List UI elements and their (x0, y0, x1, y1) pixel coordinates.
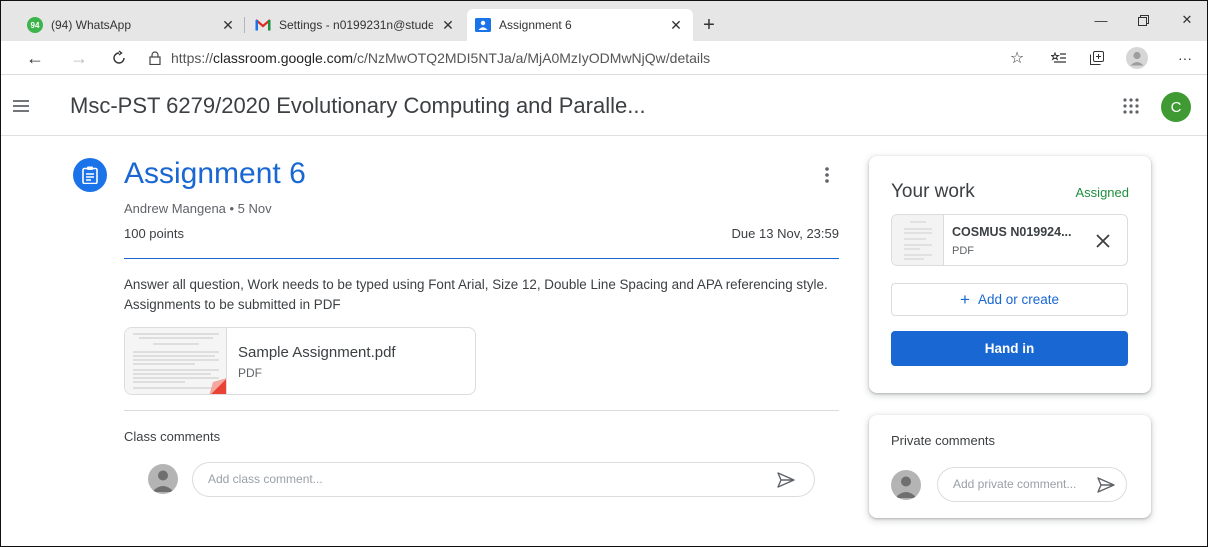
send-icon[interactable] (776, 471, 796, 489)
restore-button[interactable] (1123, 9, 1163, 31)
assignment-meta: Andrew Mangena • 5 Nov (124, 201, 272, 216)
attachment-name: Sample Assignment.pdf (238, 344, 396, 361)
classroom-icon (475, 17, 491, 33)
plus-icon: + (960, 289, 970, 309)
add-or-create-label: Add or create (977, 292, 1059, 307)
more-icon[interactable]: ··· (1173, 46, 1197, 70)
url-path: /c/NzMwOTQ2MDI5NTJa/a/MjA0MzIyODMwNjQw/d… (353, 50, 711, 66)
user-avatar (148, 464, 178, 494)
your-work-card: Your work Assigned COSMUS N019924... PDF… (869, 156, 1151, 393)
forward-button[interactable]: → (67, 46, 91, 70)
tab-whatsapp[interactable]: 94 (94) WhatsApp ✕ (19, 9, 245, 41)
url-host: classroom.google.com (213, 50, 354, 66)
browser-window: 94 (94) WhatsApp ✕ Settings - n0199231n@… (0, 0, 1208, 547)
favorite-star-icon[interactable]: ☆ (1005, 46, 1029, 70)
tab-assignment[interactable]: Assignment 6 ✕ (467, 9, 693, 41)
close-tab-icon[interactable]: ✕ (439, 17, 457, 34)
user-avatar (891, 470, 921, 500)
submitted-file[interactable]: COSMUS N019924... PDF (891, 214, 1128, 266)
file-type: PDF (952, 245, 974, 257)
refresh-button[interactable] (107, 46, 131, 70)
close-window-button[interactable]: ✕ (1167, 9, 1207, 31)
profile-icon[interactable] (1125, 46, 1149, 70)
tab-title: Settings - n0199231n@students (279, 18, 433, 32)
close-tab-icon[interactable]: ✕ (667, 17, 685, 34)
refresh-icon (113, 50, 125, 64)
file-thumbnail (892, 215, 944, 265)
status-badge: Assigned (1075, 185, 1129, 200)
file-name: COSMUS N019924... (952, 225, 1072, 239)
attachment-card[interactable]: Sample Assignment.pdf PDF (124, 327, 476, 395)
whatsapp-icon: 94 (27, 17, 43, 33)
class-comment-input[interactable] (208, 472, 748, 486)
assignment-title: Assignment 6 (124, 157, 306, 190)
remove-file-icon[interactable] (1093, 231, 1113, 251)
assignment-description: Answer all question, Work needs to be ty… (124, 277, 828, 312)
new-tab-button[interactable]: + (695, 9, 723, 41)
more-options-icon[interactable] (817, 163, 837, 187)
add-or-create-button[interactable]: + Add or create (891, 283, 1128, 316)
class-comment-field[interactable] (192, 462, 815, 497)
collections-icon[interactable] (1085, 46, 1109, 70)
classroom-header: Msc-PST 6279/2020 Evolutionary Computing… (1, 76, 1207, 136)
assignment-due: Due 13 Nov, 23:59 (731, 226, 839, 241)
private-comment-input[interactable] (953, 477, 1083, 491)
private-comments-card: Private comments (869, 415, 1151, 518)
attachment-thumbnail (125, 328, 227, 394)
tab-title: (94) WhatsApp (51, 18, 132, 32)
close-tab-icon[interactable]: ✕ (219, 17, 237, 34)
url-field[interactable]: https://classroom.google.com/c/NzMwOTQ2M… (149, 46, 1039, 70)
tab-strip: 94 (94) WhatsApp ✕ Settings - n0199231n@… (1, 1, 1207, 41)
assignment-points: 100 points (124, 226, 184, 241)
send-icon[interactable] (1096, 476, 1116, 494)
class-comments-label: Class comments (124, 429, 221, 444)
restore-icon (1137, 14, 1149, 26)
lock-icon (149, 51, 171, 65)
apps-grid-icon[interactable] (1120, 95, 1142, 117)
your-work-title: Your work (891, 181, 975, 202)
url-scheme: https:// (171, 50, 214, 66)
tab-title: Assignment 6 (499, 18, 572, 32)
address-bar: ← → https://classroom.google.com/c/NzMwO… (1, 41, 1207, 75)
private-comments-label: Private comments (891, 433, 996, 448)
account-avatar[interactable]: C (1161, 92, 1191, 122)
assignment-icon (73, 158, 107, 192)
minimize-button[interactable]: — (1081, 9, 1121, 31)
favorites-list-icon[interactable] (1047, 46, 1071, 70)
main-menu-icon[interactable] (9, 94, 33, 118)
gmail-icon (255, 17, 271, 33)
divider (124, 410, 839, 411)
attachment-type: PDF (238, 366, 262, 380)
tab-gmail-settings[interactable]: Settings - n0199231n@students ✕ (247, 9, 465, 41)
class-title[interactable]: Msc-PST 6279/2020 Evolutionary Computing… (70, 93, 646, 119)
divider (124, 258, 839, 259)
private-comment-field[interactable] (937, 467, 1127, 502)
back-button[interactable]: ← (23, 46, 47, 70)
hand-in-button[interactable]: Hand in (891, 331, 1128, 366)
